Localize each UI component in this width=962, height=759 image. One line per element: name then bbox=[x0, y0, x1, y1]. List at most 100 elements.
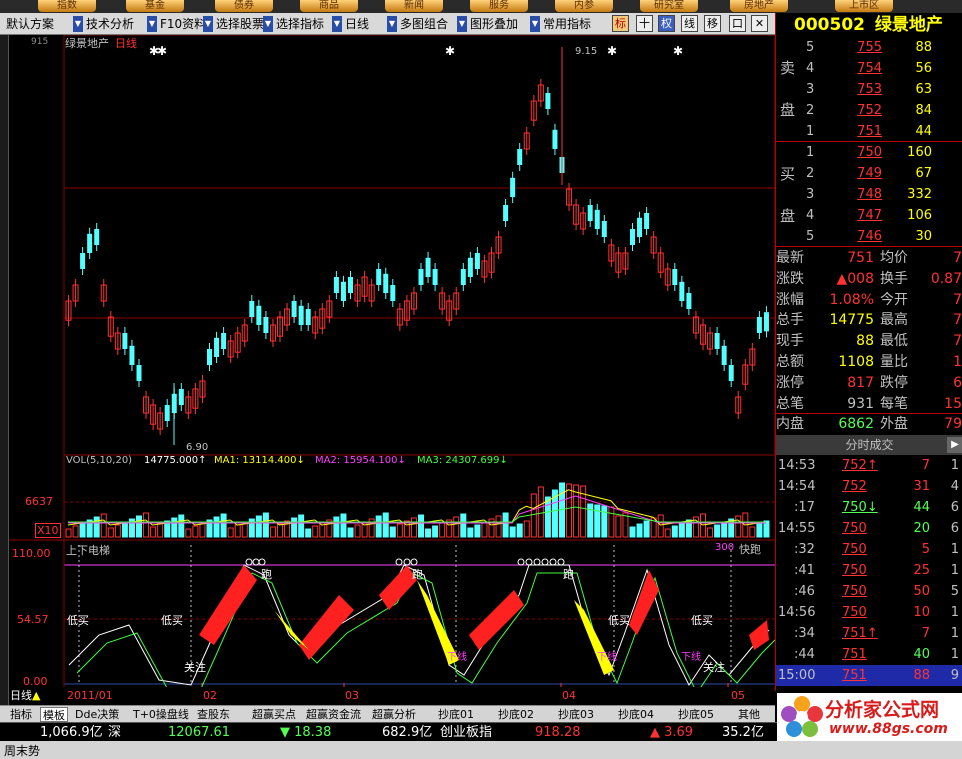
topnav-item-1[interactable]: 基金 bbox=[126, 0, 184, 12]
buy-volume: 332 bbox=[907, 187, 932, 202]
tab-5[interactable]: 超赢买点 bbox=[252, 707, 296, 722]
tab-7[interactable]: 超赢分析 bbox=[372, 707, 416, 722]
buy-row[interactable]: 1 750 160 bbox=[776, 142, 962, 163]
stat-key-2: 每笔 bbox=[880, 395, 908, 412]
topnav-item-8[interactable]: 房地产 bbox=[730, 0, 788, 12]
topnav-item-4[interactable]: 新闻 bbox=[385, 0, 443, 12]
volume-bar bbox=[460, 513, 467, 538]
buy-row[interactable]: 5 746 30 bbox=[776, 226, 962, 247]
toolbar-icon-3[interactable]: 线 bbox=[681, 15, 698, 32]
tab-11[interactable]: 抄底04 bbox=[618, 707, 654, 722]
tab-9[interactable]: 抄底02 bbox=[498, 707, 534, 722]
indicator-tabs: 指标 模板 Dde决策 T+0操盘线 查股东 超赢买点 超赢资金流 超赢分析 抄底01 抄底02 抄… bbox=[0, 705, 775, 722]
tick-price: 752↑ bbox=[842, 458, 878, 473]
toolbar-dropdown-icon-1[interactable]: ▼ bbox=[73, 16, 83, 32]
ticks-expand-icon[interactable]: ▶ bbox=[947, 437, 962, 453]
toolbar-item-0[interactable]: 默认方案 bbox=[6, 15, 54, 33]
toolbar-item-6[interactable]: 多图组合 bbox=[400, 15, 448, 33]
run-label-3: 跑 bbox=[563, 568, 574, 581]
sell-row[interactable]: 1 751 44 bbox=[776, 121, 962, 142]
toolbar-icon-2[interactable]: 权 bbox=[658, 15, 675, 32]
toolbar-dropdown-icon-7[interactable]: ▼ bbox=[457, 16, 467, 32]
ticker-c-value: ▼ 18.38 bbox=[280, 725, 332, 740]
tick-row: 14:53 752↑ 7 1 bbox=[776, 455, 962, 476]
tab-6[interactable]: 超赢资金流 bbox=[306, 707, 361, 722]
stat-value: 14775 bbox=[829, 312, 874, 329]
toolbar-item-5[interactable]: 日线 bbox=[345, 15, 369, 33]
stock-header: 000502 绿景地产 bbox=[776, 13, 962, 37]
toolbar-icon-6[interactable]: ✕ bbox=[751, 15, 768, 32]
volume-bar bbox=[255, 515, 262, 538]
toolbar-item-7[interactable]: 图形叠加 bbox=[470, 15, 518, 33]
volume-bar bbox=[657, 514, 664, 538]
tick-count: 4 bbox=[950, 479, 959, 494]
stat-row: 总笔 931 每笔 15 bbox=[776, 394, 962, 415]
candle-body-down bbox=[601, 221, 607, 237]
toolbar-dropdown-icon-3[interactable]: ▼ bbox=[203, 16, 213, 32]
toolbar-icon-1[interactable]: 十 bbox=[636, 15, 653, 32]
volume-bar bbox=[354, 524, 361, 538]
sell-row[interactable]: 2 752 84 bbox=[776, 100, 962, 121]
tab-8[interactable]: 抄底01 bbox=[438, 707, 474, 722]
indicator-right-value: 300 bbox=[715, 542, 735, 553]
toolbar-item-3[interactable]: 选择股票 bbox=[216, 15, 264, 33]
topnav-item-3[interactable]: 商品 bbox=[300, 0, 358, 12]
tick-time: 14:53 bbox=[778, 458, 816, 473]
buy-row[interactable]: 2 749 67 bbox=[776, 163, 962, 184]
toolbar-dropdown-icon-6[interactable]: ▼ bbox=[387, 16, 397, 32]
tick-price: 750 bbox=[842, 563, 867, 578]
toolbar-item-8[interactable]: 常用指标 bbox=[543, 15, 591, 33]
buy-level: 5 bbox=[806, 229, 815, 244]
topnav-item-7[interactable]: 研究室 bbox=[640, 0, 698, 12]
candle-body-down bbox=[390, 285, 396, 301]
tick-volume: 44 bbox=[913, 500, 930, 515]
candle-body-down bbox=[467, 257, 473, 277]
volume-bar bbox=[615, 515, 622, 538]
topnav-item-2[interactable]: 债券 bbox=[215, 0, 273, 12]
tab-2[interactable]: Dde决策 bbox=[75, 707, 119, 722]
topnav-item-0[interactable]: 指数 bbox=[38, 0, 96, 12]
volume-bar bbox=[305, 528, 312, 538]
ticks-header[interactable]: 分时成交 ▶ bbox=[776, 435, 962, 455]
toolbar-dropdown-icon-4[interactable]: ▼ bbox=[263, 16, 273, 32]
candle-body-down bbox=[207, 349, 212, 365]
candle-body-down bbox=[376, 269, 382, 285]
stock-name: 绿景地产 bbox=[874, 15, 943, 35]
indicator-title: 上下电梯 bbox=[66, 544, 110, 557]
stat-value-2: 7 bbox=[953, 250, 962, 266]
toolbar-item-2[interactable]: F10资料 bbox=[160, 15, 206, 33]
chart-canvas[interactable]: ✱✱ ✱ ✱ ✱ bbox=[9, 35, 775, 687]
tab-4[interactable]: 查股东 bbox=[197, 707, 230, 722]
toolbar-dropdown-icon-2[interactable]: ▼ bbox=[147, 16, 157, 32]
tab-13[interactable]: 其他 bbox=[738, 707, 760, 722]
toolbar-dropdown-icon-5[interactable]: ▼ bbox=[332, 16, 342, 32]
sell-row[interactable]: 4 754 56 bbox=[776, 58, 962, 79]
candle-body-down bbox=[87, 233, 93, 253]
toolbar-icon-4[interactable]: 移 bbox=[704, 15, 721, 32]
ticker-d-name: 创业板指 bbox=[440, 725, 493, 740]
toolbar-item-1[interactable]: 技术分析 bbox=[86, 15, 134, 33]
tick-time: :17 bbox=[794, 500, 815, 515]
topnav-item-6[interactable]: 内参 bbox=[555, 0, 613, 12]
toolbar-item-4[interactable]: 选择指标 bbox=[276, 15, 324, 33]
tick-count: 1 bbox=[950, 458, 959, 473]
volume-bar bbox=[537, 486, 544, 538]
topnav-item-5[interactable]: 服务 bbox=[470, 0, 528, 12]
tab-12[interactable]: 抄底05 bbox=[678, 707, 714, 722]
sell-row[interactable]: 3 753 63 bbox=[776, 79, 962, 100]
stat-value-2: 15 bbox=[944, 395, 962, 412]
tab-10[interactable]: 抄底03 bbox=[558, 707, 594, 722]
toolbar-icon-0[interactable]: 标 bbox=[612, 15, 629, 32]
buy-row[interactable]: 3 748 332 bbox=[776, 184, 962, 205]
volume-header: VOL(5,10,20) bbox=[66, 455, 133, 466]
toolbar-dropdown-icon-8[interactable]: ▼ bbox=[530, 16, 540, 32]
chart-area[interactable]: ✱ ✱ ✱ ✱ ✱ 绿景地产 日线 915 9.15 6.90 VOL(5,10,20)… bbox=[9, 35, 775, 703]
stat-key-2: 换手 bbox=[880, 270, 908, 287]
tab-0[interactable]: 指标 bbox=[10, 707, 32, 722]
tab-3[interactable]: T+0操盘线 bbox=[133, 707, 189, 722]
sell-row[interactable]: 5 755 88 bbox=[776, 37, 962, 58]
tab-1[interactable]: 模板 bbox=[40, 707, 68, 722]
toolbar-icon-5[interactable]: 口 bbox=[729, 15, 746, 32]
topnav-item-9[interactable]: 上市区 bbox=[835, 0, 893, 12]
buy-row[interactable]: 4 747 106 bbox=[776, 205, 962, 226]
